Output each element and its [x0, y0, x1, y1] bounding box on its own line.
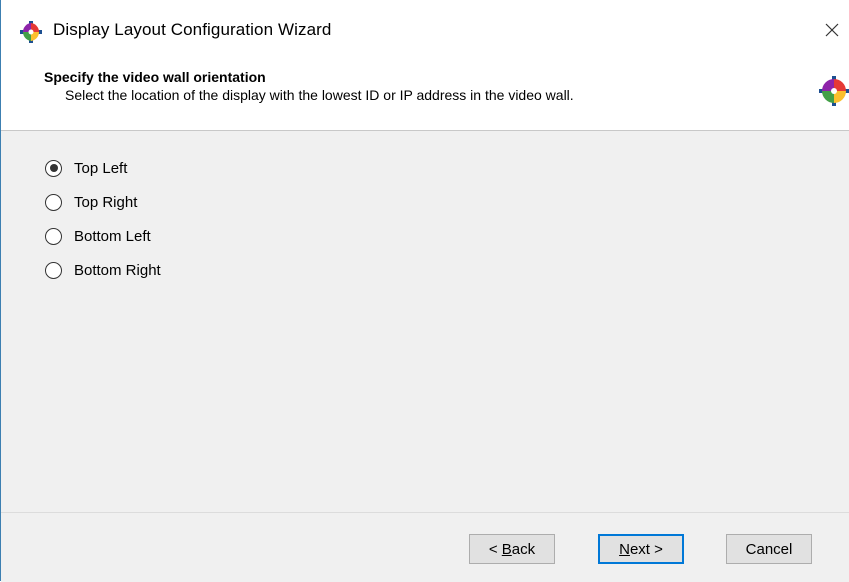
radio-top-right[interactable]: Top Right: [45, 191, 137, 213]
radio-bottom-right[interactable]: Bottom Right: [45, 259, 161, 281]
radio-button[interactable]: [45, 261, 62, 279]
wizard-header: Specify the video wall orientation Selec…: [1, 60, 849, 131]
page-title: Specify the video wall orientation: [44, 69, 266, 85]
radio-button[interactable]: [45, 193, 62, 211]
radio-bottom-left[interactable]: Bottom Left: [45, 225, 151, 247]
radio-top-left[interactable]: Top Left: [45, 157, 127, 179]
back-prefix: <: [488, 540, 502, 558]
window-title: Display Layout Configuration Wizard: [53, 20, 332, 39]
close-button[interactable]: [815, 10, 849, 50]
radio-button[interactable]: [45, 227, 62, 245]
radio-label: Bottom Right: [74, 261, 161, 279]
color-wheel-icon: [819, 76, 849, 106]
cancel-label: Cancel: [745, 540, 793, 558]
button-bar: < Back Next > Cancel: [1, 512, 849, 582]
next-label: ext >: [629, 540, 663, 558]
wizard-window: Display Layout Configuration Wizard Spec…: [0, 0, 849, 582]
radio-label: Bottom Left: [74, 227, 151, 245]
close-icon: [825, 23, 839, 37]
back-button[interactable]: < Back: [469, 534, 555, 564]
back-label: ack: [511, 540, 536, 558]
next-button[interactable]: Next >: [598, 534, 684, 564]
cancel-button[interactable]: Cancel: [726, 534, 812, 564]
radio-label: Top Left: [74, 159, 128, 177]
orientation-panel: Top Left Top Right Bottom Left Bottom Ri…: [1, 131, 849, 512]
color-wheel-icon: [20, 21, 42, 43]
back-mnemonic: B: [501, 540, 512, 558]
radio-label: Top Right: [74, 193, 138, 211]
title-bar: Display Layout Configuration Wizard: [1, 0, 849, 60]
next-mnemonic: N: [619, 540, 630, 558]
page-subtitle: Select the location of the display with …: [65, 87, 574, 103]
radio-button[interactable]: [45, 159, 62, 177]
